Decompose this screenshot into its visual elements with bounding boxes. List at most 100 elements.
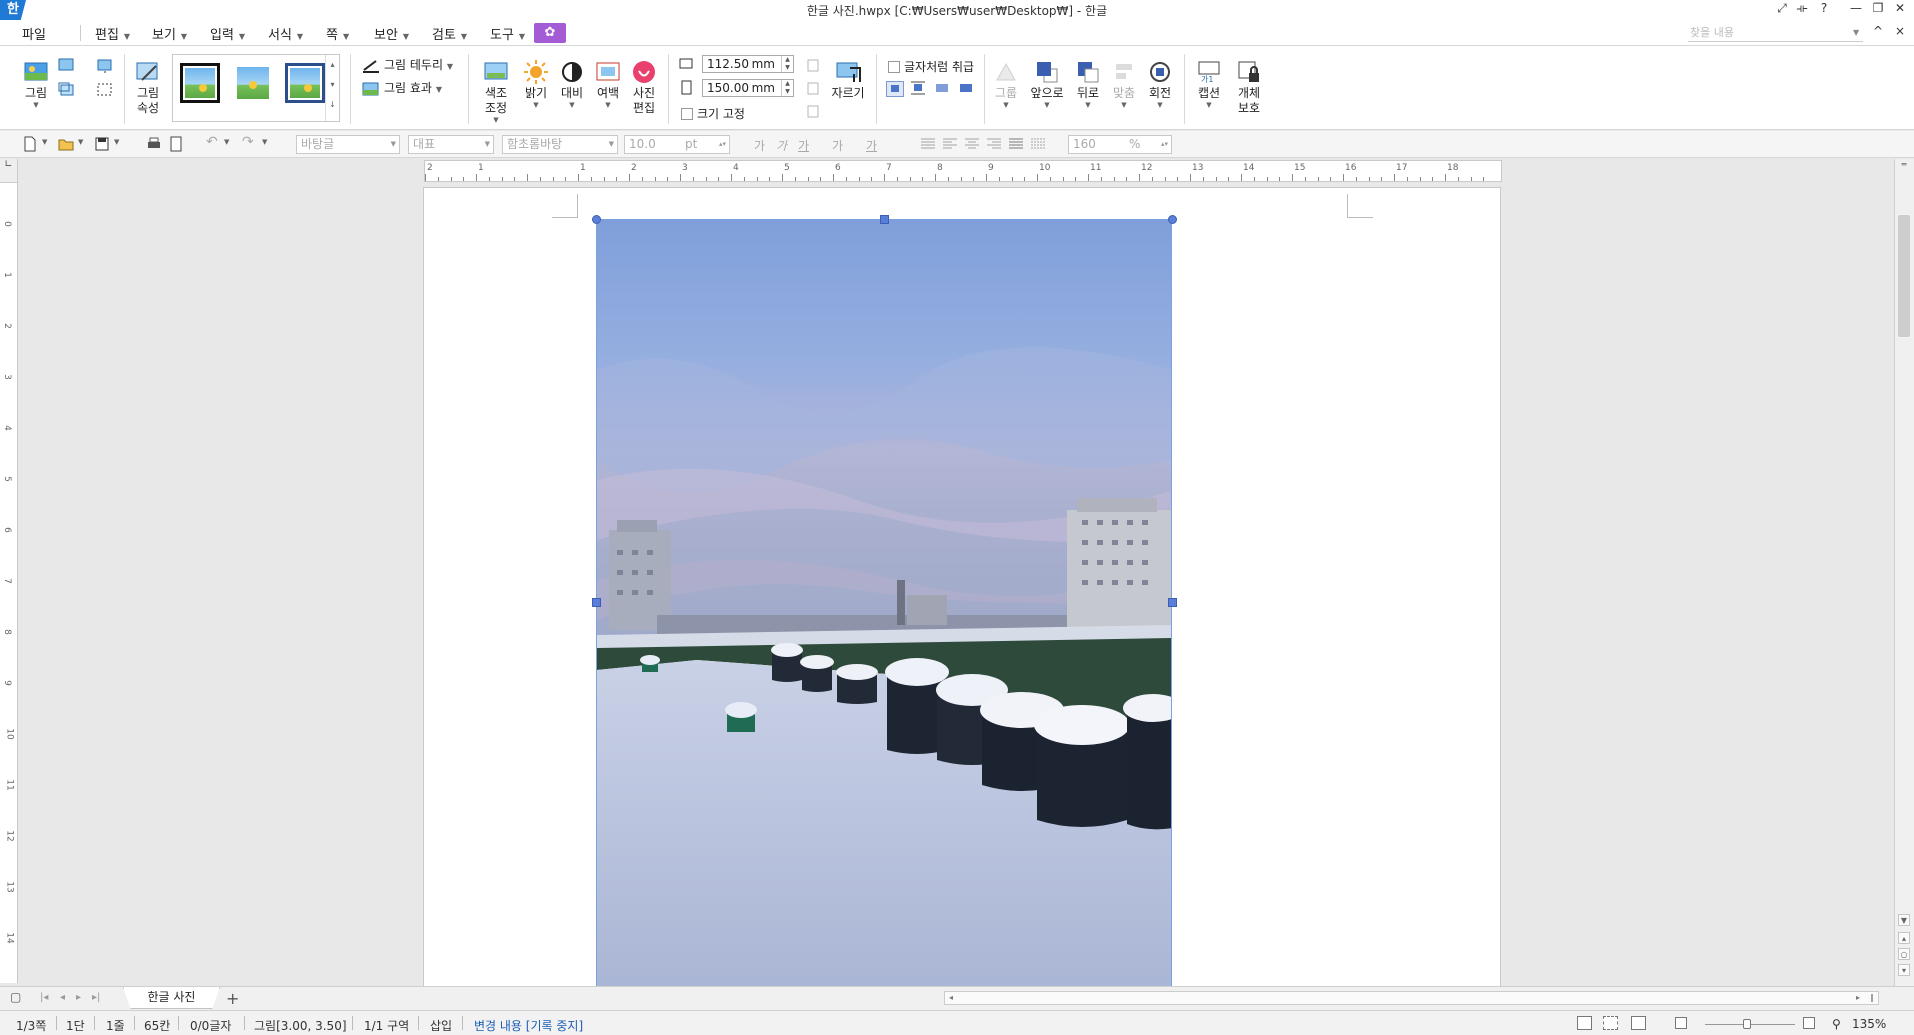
zoom-level[interactable]: 135%: [1852, 1017, 1886, 1031]
align-center-icon[interactable]: [964, 136, 980, 152]
add-tab-button[interactable]: +: [226, 989, 239, 1008]
wrap-top-bottom-icon[interactable]: [910, 81, 928, 97]
status-page[interactable]: 1/3쪽: [16, 1017, 46, 1034]
tab-list-icon[interactable]: ▢: [10, 990, 21, 1004]
font-color-button[interactable]: 가: [866, 137, 877, 154]
chevron-down-icon[interactable]: ▼: [114, 138, 119, 146]
chevron-down-icon[interactable]: ▼: [42, 138, 47, 146]
color-adjust-button[interactable]: 색조 조정 ▼: [478, 60, 514, 124]
ruler-corner[interactable]: ∟: [0, 159, 18, 183]
web-view-icon[interactable]: [1603, 1016, 1618, 1030]
restore-button[interactable]: ❐: [1868, 1, 1888, 15]
scroll-left-button[interactable]: ◂: [949, 992, 953, 1004]
italic-button[interactable]: 가: [776, 137, 787, 154]
resize-handle-left[interactable]: [592, 598, 601, 607]
open-folder-icon[interactable]: [58, 136, 74, 152]
line-spacing-input[interactable]: 160% ▴▾: [1068, 135, 1172, 154]
split-handle[interactable]: ═: [1898, 159, 1910, 171]
minimize-button[interactable]: —: [1846, 1, 1866, 15]
contrast-button[interactable]: 대비 ▼: [556, 60, 588, 109]
font-size-input[interactable]: 10.0 pt ▴▾: [624, 135, 730, 154]
underline-button[interactable]: 가: [798, 137, 809, 154]
ribbon-collapse-button[interactable]: ^: [1868, 24, 1888, 38]
wrap-behind-icon[interactable]: [934, 81, 952, 97]
prev-tab-button[interactable]: ◂: [60, 992, 65, 1003]
distribute-icon[interactable]: [1008, 136, 1024, 152]
divide-icon[interactable]: [1030, 136, 1046, 152]
picture-save-icon[interactable]: [96, 58, 114, 74]
object-protect-button[interactable]: 개체 보호: [1232, 60, 1266, 116]
picture-border-button[interactable]: 그림 테두리 ▼: [384, 58, 453, 74]
height-input[interactable]: 150.00 mm ▲ ▼: [702, 79, 794, 97]
menu-security[interactable]: 보안 ▼: [374, 24, 409, 43]
search-input[interactable]: 찾을 내용: [1688, 24, 1863, 42]
resize-handle-right[interactable]: [1168, 598, 1177, 607]
vertical-scrollbar[interactable]: ═ ▼ ▴ ○ ▾: [1894, 159, 1914, 986]
preview-icon[interactable]: [168, 136, 184, 152]
menu-page[interactable]: 쪽 ▼: [326, 24, 349, 43]
width-input[interactable]: 112.50 mm ▲ ▼: [702, 55, 794, 73]
prev-page-button[interactable]: ▴: [1898, 932, 1910, 944]
style-thumb-2[interactable]: [233, 63, 273, 103]
zoom-in-icon[interactable]: [1803, 1017, 1815, 1029]
picture-style-gallery[interactable]: ▴ ▾ ↓: [172, 54, 340, 122]
pin-icon[interactable]: ⟛: [1792, 1, 1812, 16]
bold-button[interactable]: 가: [754, 137, 765, 154]
split-vertical-handle[interactable]: ‖: [1870, 992, 1874, 1004]
resize-handle-top[interactable]: [880, 215, 889, 224]
font-select[interactable]: 함초롬바탕 ▼: [502, 135, 618, 154]
tab-document[interactable]: 한글 사진: [123, 987, 220, 1009]
doc-close-button[interactable]: ×: [1890, 24, 1910, 38]
bring-front-button[interactable]: 앞으로 ▼: [1028, 60, 1066, 109]
menu-edit[interactable]: 편집 ▼: [95, 24, 130, 43]
magnifier-icon[interactable]: ⚲: [1832, 1017, 1841, 1031]
margin-button[interactable]: 여백 ▼: [592, 60, 624, 109]
width-spinner[interactable]: ▲ ▼: [781, 56, 793, 72]
strikethrough-button[interactable]: 가: [832, 137, 843, 154]
picture-effect-button[interactable]: 그림 효과 ▼: [384, 81, 442, 97]
align-justify-icon[interactable]: [920, 136, 936, 152]
wrap-front-icon[interactable]: [958, 81, 976, 97]
align-right-icon[interactable]: [986, 136, 1002, 152]
picture-replace-icon[interactable]: [58, 58, 76, 74]
menu-format[interactable]: 서식 ▼: [268, 24, 303, 43]
send-back-button[interactable]: 뒤로 ▼: [1072, 60, 1104, 109]
save-icon[interactable]: [94, 136, 110, 152]
align-left-icon[interactable]: [942, 136, 958, 152]
status-track-changes[interactable]: 변경 내용 [기록 중지]: [474, 1017, 583, 1034]
next-tab-button[interactable]: ▸: [76, 992, 81, 1003]
language-select[interactable]: 대표 ▼: [408, 135, 494, 154]
resize-handle-top-left[interactable]: [592, 215, 601, 224]
new-document-icon[interactable]: [22, 136, 38, 152]
select-browse-button[interactable]: ○: [1898, 948, 1910, 960]
status-section[interactable]: 1/1 구역: [364, 1017, 409, 1034]
chevron-down-icon[interactable]: ▼: [262, 138, 267, 146]
first-tab-button[interactable]: |◂: [40, 992, 48, 1003]
undo-icon[interactable]: ↶: [206, 134, 218, 150]
wrap-square-icon[interactable]: [886, 81, 904, 97]
scroll-thumb[interactable]: [1898, 215, 1910, 337]
search-dropdown-icon[interactable]: ▼: [1853, 28, 1859, 37]
treat-as-char-checkbox[interactable]: 글자처럼 취급: [888, 58, 974, 75]
menu-file[interactable]: 파일: [22, 24, 46, 43]
caption-button[interactable]: 가1 캡션 ▼: [1192, 60, 1226, 109]
zoom-slider-knob[interactable]: [1743, 1019, 1751, 1029]
status-insert-mode[interactable]: 삽입: [430, 1017, 452, 1034]
menu-insert[interactable]: 입력 ▼: [210, 24, 245, 43]
fullscreen-icon[interactable]: ⤢: [1772, 1, 1792, 16]
align-button[interactable]: 맞춤 ▼: [1108, 60, 1140, 109]
resize-handle-top-right[interactable]: [1168, 215, 1177, 224]
style-thumb-3[interactable]: [285, 63, 325, 103]
scroll-right-button[interactable]: ▸: [1856, 992, 1860, 1004]
copy-size-icon[interactable]: [805, 58, 823, 74]
vertical-ruler[interactable]: 0 1 2 3 4 5 6 7 8 9 10 11 12 13 14: [0, 183, 18, 983]
close-button[interactable]: ✕: [1890, 1, 1910, 15]
chevron-down-icon[interactable]: ▼: [78, 138, 83, 146]
rotate-button[interactable]: 회전 ▼: [1144, 60, 1176, 109]
horizontal-ruler[interactable]: 2 1 1 2 3 4 5 6 7 8 9 10 11 12 13 14 15 16 17 18: [424, 160, 1502, 182]
scroll-down-button[interactable]: ▼: [1898, 914, 1910, 926]
print-icon[interactable]: [146, 136, 162, 152]
chevron-down-icon[interactable]: ▼: [224, 138, 229, 146]
gallery-scroll[interactable]: ▴ ▾ ↓: [325, 55, 339, 121]
page-view-icon[interactable]: [1631, 1016, 1646, 1030]
